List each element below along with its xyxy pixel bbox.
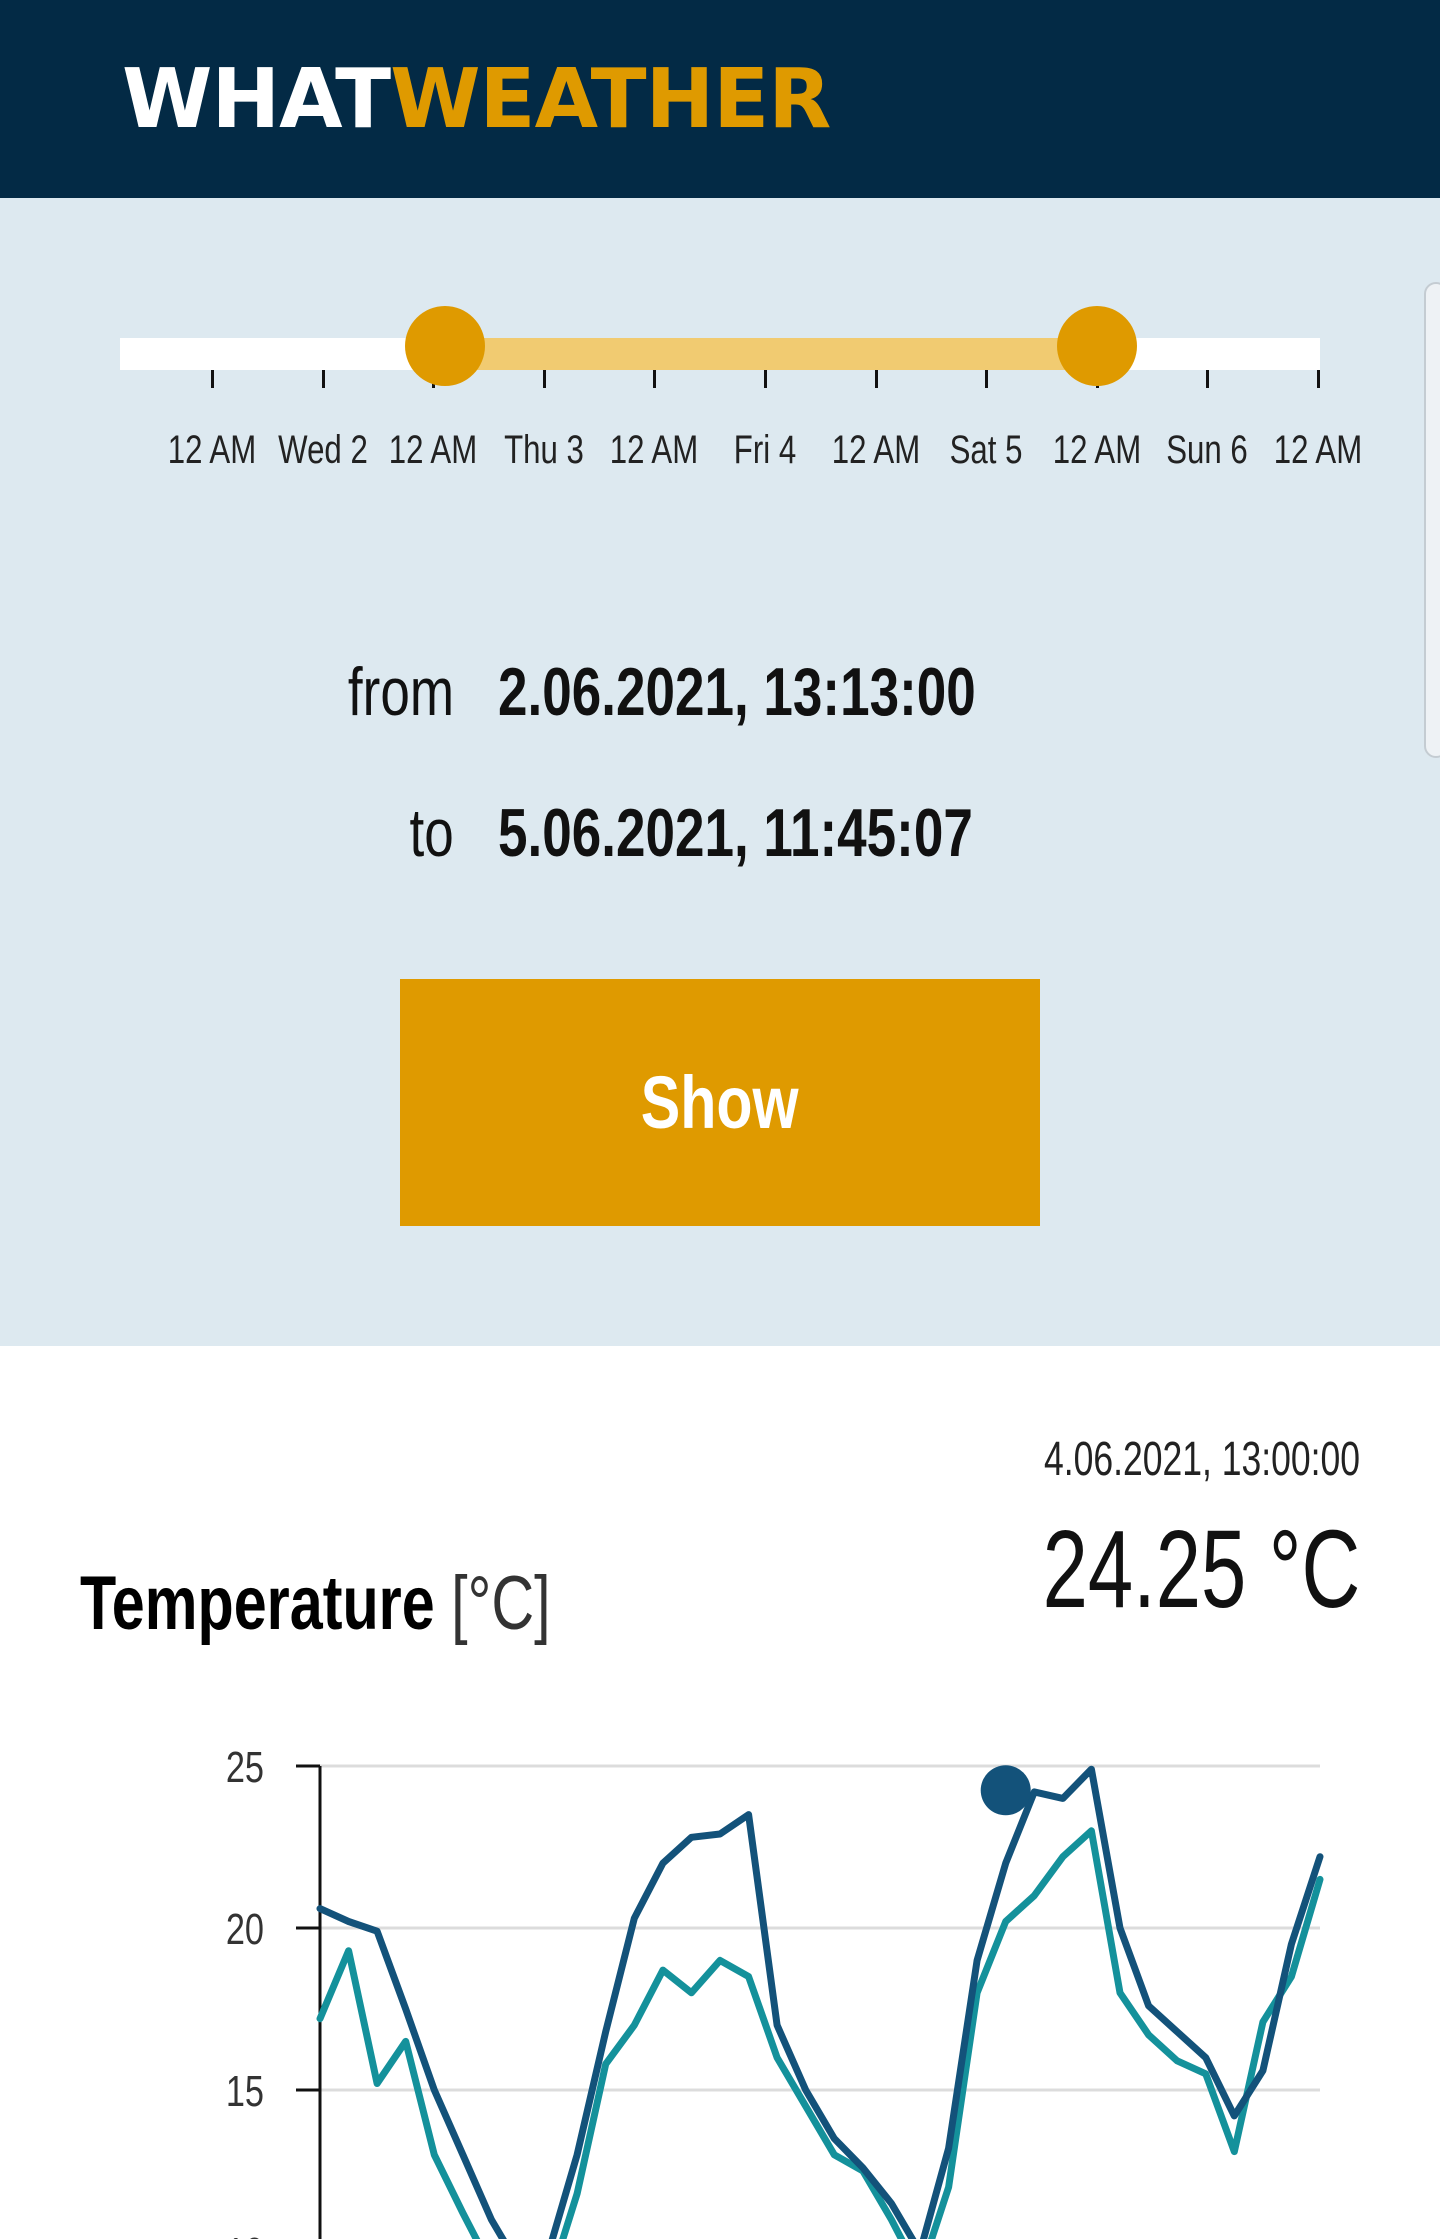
chart-title-name: Temperature	[80, 1561, 435, 1646]
slider-tick	[211, 370, 214, 388]
range-slider-start-handle[interactable]	[405, 306, 485, 386]
show-button-label: Show	[641, 1061, 799, 1144]
readout-value: 24.25 °C	[1042, 1508, 1360, 1631]
slider-tick-label: 12 AM	[167, 428, 257, 472]
slider-tick-label: Thu 3	[503, 428, 584, 472]
from-value: 2.06.2021, 13:13:00	[498, 654, 976, 730]
slider-tick	[542, 370, 546, 388]
y-tick-label: 20	[226, 1905, 264, 1954]
slider-tick-label: 12 AM	[1273, 428, 1363, 472]
hover-point	[980, 1765, 1031, 1816]
slider-tick-label: 12 AM	[388, 428, 478, 472]
slider-tick	[653, 370, 657, 388]
logo-part-1: WHAT	[122, 52, 391, 147]
slider-tick	[985, 370, 989, 388]
slider-tick-label: 12 AM	[1052, 428, 1142, 472]
range-from-row: from 2.06.2021, 13:13:00	[0, 652, 1440, 732]
y-tick-label: 25	[226, 1743, 264, 1792]
slider-tick-label: 12 AM	[610, 428, 699, 472]
y-tick-label: 15	[226, 2067, 264, 2116]
slider-tick-label: 12 AM	[831, 428, 920, 472]
readout-time: 4.06.2021, 13:00:00	[1043, 1433, 1360, 1486]
logo-part-2: WEATHER	[390, 52, 831, 147]
app-header: WHATWEATHER	[0, 0, 1440, 198]
slider-tick-label: Sun 6	[1166, 428, 1249, 472]
slider-tick-label: Wed 2	[277, 428, 368, 472]
range-slider-end-handle[interactable]	[1057, 306, 1137, 386]
chart-title-unit: [°C]	[451, 1561, 551, 1646]
to-value: 5.06.2021, 11:45:07	[498, 795, 973, 871]
show-button[interactable]: Show	[400, 979, 1040, 1226]
app-logo[interactable]: WHATWEATHER	[122, 52, 831, 148]
from-label: from	[347, 654, 454, 730]
temperature-chart[interactable]: 25 20 15 10	[0, 1700, 1440, 2239]
slider-tick	[1206, 370, 1210, 388]
range-to-row: to 5.06.2021, 11:45:07	[0, 793, 1440, 873]
range-slider-selection	[445, 338, 1097, 370]
slider-tick-label: Fri 4	[733, 428, 797, 472]
slider-tick	[1317, 370, 1320, 388]
slider-tick-label: Sat 5	[949, 428, 1023, 472]
slider-tick	[874, 370, 878, 388]
temperature-series-1	[316, 1765, 1324, 2239]
to-label: to	[409, 795, 454, 871]
chart-title: Temperature [°C]	[80, 1560, 551, 1647]
slider-tick	[321, 370, 325, 388]
y-tick-label: 10	[226, 2229, 264, 2239]
slider-tick	[764, 370, 767, 388]
